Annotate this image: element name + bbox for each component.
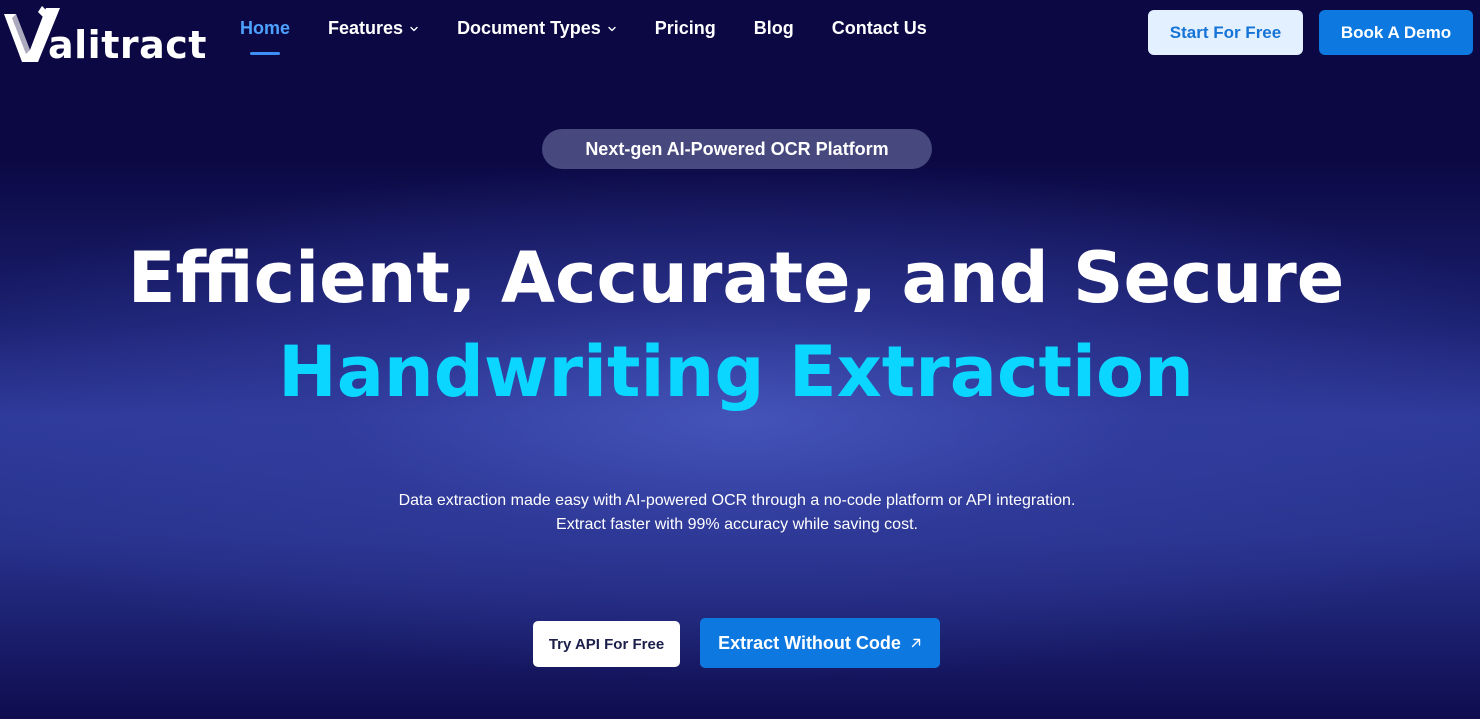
nav-document-types[interactable]: Document Types [457, 18, 617, 39]
hero-headline-line1: Efficient, Accurate, and Secure [127, 237, 1345, 319]
nav-pricing-label: Pricing [654, 18, 716, 38]
site-header: alitract Home Features Document Types Pr… [0, 0, 1480, 70]
hero-subtext-line1: Data extraction made easy with AI-powere… [398, 492, 1076, 509]
logo-text: alitract [48, 23, 207, 67]
hero-badge: Next-gen AI-Powered OCR Platform [542, 129, 932, 169]
logo-link[interactable]: alitract [2, 4, 207, 66]
nav-home-label: Home [240, 18, 291, 38]
nav-document-types-label: Document Types [457, 18, 601, 38]
extract-without-code-label: Extract Without Code [718, 632, 901, 653]
nav-contact-us-label: Contact Us [831, 18, 927, 38]
landing-page: alitract Home Features Document Types Pr… [0, 0, 1480, 719]
chevron-down-icon [607, 24, 617, 34]
nav-blog[interactable]: Blog [754, 18, 794, 39]
hero-subtext-line2: Extract faster with 99% accuracy while s… [556, 516, 918, 533]
nav-pricing[interactable]: Pricing [655, 18, 716, 39]
nav-home[interactable]: Home [240, 18, 290, 39]
nav-features-label: Features [328, 18, 404, 38]
extract-without-code-button[interactable]: Extract Without Code [700, 618, 940, 668]
main-nav: Home Features Document Types Pricing Blo… [240, 18, 965, 39]
try-api-for-free-button[interactable]: Try API For Free [533, 621, 680, 667]
hero-headline-line2: Handwriting Extraction [278, 331, 1194, 413]
start-for-free-button[interactable]: Start For Free [1148, 10, 1303, 55]
book-a-demo-button[interactable]: Book A Demo [1319, 10, 1473, 55]
nav-features[interactable]: Features [328, 18, 419, 39]
nav-blog-label: Blog [753, 18, 794, 38]
arrow-up-right-icon [910, 637, 922, 649]
nav-contact-us[interactable]: Contact Us [832, 18, 927, 39]
chevron-down-icon [409, 24, 419, 34]
